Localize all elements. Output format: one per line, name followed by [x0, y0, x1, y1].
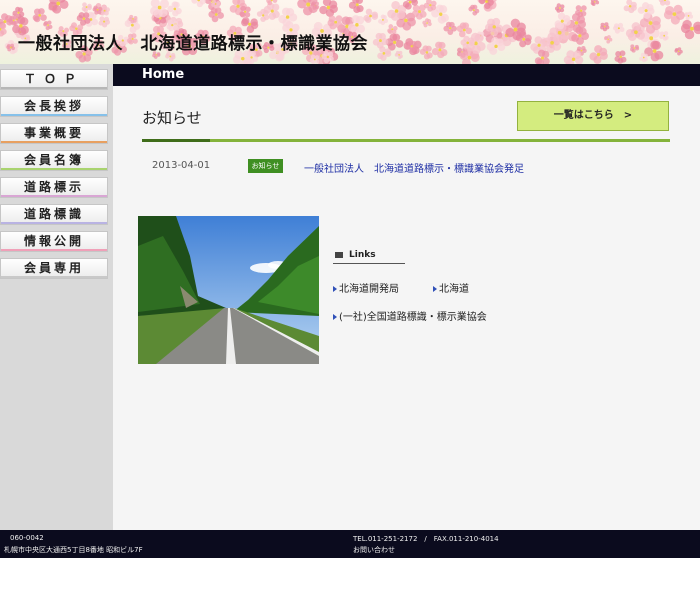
- sidebar-item-color-bar: [1, 141, 107, 143]
- link-label: (一社)全国道路標識・標示業協会: [339, 312, 487, 323]
- link-hokkaido[interactable]: 北海道: [433, 280, 469, 295]
- blossom: [589, 45, 608, 64]
- blossom: [674, 47, 683, 56]
- underline-accent: [142, 139, 210, 142]
- blossom: [563, 50, 584, 64]
- blossom: [659, 31, 669, 41]
- blossom: [680, 19, 700, 40]
- blossom: [191, 0, 206, 8]
- blossom: [81, 2, 92, 13]
- sidebar-item-disclosure[interactable]: 情報公開: [0, 231, 108, 252]
- blossom: [613, 22, 625, 34]
- site-header: 一般社団法人 北海道道路標示・標識業協会: [0, 0, 700, 64]
- news-heading-underline: [142, 139, 670, 142]
- blossom: [590, 0, 600, 7]
- sidebar-item-color-bar: [1, 249, 107, 251]
- blossom: [614, 50, 627, 64]
- sidebar-item-label: 会員名簿: [23, 153, 84, 167]
- blossom: [48, 0, 69, 14]
- blossom: [658, 0, 671, 6]
- sidebar-item-label: ＴＯＰ: [23, 72, 84, 86]
- blossom: [663, 4, 685, 25]
- news-item-link[interactable]: 一般社団法人 北海道道路標示・標識業協会発足: [304, 160, 524, 175]
- blossom: [309, 54, 320, 64]
- footer-phone-fax: TEL.011-251-2172 / FAX.011-210-4014: [353, 535, 499, 543]
- sidebar-item-top[interactable]: ＴＯＰ: [0, 69, 108, 90]
- blossom: [256, 8, 270, 22]
- view-all-news-button[interactable]: 一覧はこちら >: [517, 101, 669, 131]
- links-heading: Links: [335, 250, 376, 260]
- monitor-icon: [335, 251, 343, 258]
- site-footer: 060-0042 札幌市中央区大通西5丁目8番地 昭和ビル7F TEL.011-…: [0, 530, 700, 558]
- sidebar-item-greeting[interactable]: 会長挨拶: [0, 96, 108, 117]
- sidebar-item-color-bar: [1, 222, 107, 224]
- blossom: [684, 11, 694, 21]
- sidebar-item-label: 事業概要: [23, 126, 84, 140]
- link-national-association[interactable]: (一社)全国道路標識・標示業協会: [333, 308, 487, 323]
- arrow-icon: [433, 286, 437, 292]
- site-title[interactable]: 一般社団法人 北海道道路標示・標識業協会: [18, 29, 368, 54]
- news-date: 2013-04-01: [152, 160, 211, 171]
- blossom: [0, 22, 7, 37]
- sidebar-item-color-bar: [1, 114, 107, 116]
- sidebar-nav: ＴＯＰ 会長挨拶 事業概要 会員名簿 道路標示 道路標識 情報公開 会員専用: [0, 64, 113, 530]
- blossom: [394, 50, 403, 60]
- blossom: [167, 1, 182, 17]
- arrow-icon: [333, 314, 337, 320]
- blossom: [348, 0, 364, 14]
- blossom: [623, 0, 637, 14]
- blossom: [297, 0, 318, 16]
- blossom: [554, 3, 565, 13]
- sidebar-item-road-markings[interactable]: 道路標示: [0, 177, 108, 198]
- blossom: [600, 22, 610, 32]
- blossom: [387, 24, 398, 35]
- main-content: Home お知らせ 一覧はこちら > 2013-04-01 お知らせ 一般社団法…: [113, 64, 700, 530]
- link-hokkaido-development-bureau[interactable]: 北海道開発局: [333, 280, 399, 295]
- section-title: Home: [142, 67, 185, 82]
- sidebar-item-label: 道路標識: [23, 207, 84, 221]
- footer-address: 札幌市中央区大通西5丁目8番地 昭和ビル7F: [4, 546, 143, 554]
- blossom: [363, 8, 379, 23]
- link-label: 北海道: [439, 284, 469, 295]
- news-heading: お知らせ: [142, 109, 202, 127]
- arrow-icon: [333, 286, 337, 292]
- sidebar-item-member-list[interactable]: 会員名簿: [0, 150, 108, 171]
- blossom: [422, 18, 432, 28]
- footer-contact-link[interactable]: お問い合わせ: [353, 545, 395, 555]
- blossom: [32, 8, 47, 23]
- blossom: [604, 35, 613, 44]
- blossom: [378, 14, 389, 26]
- sidebar-item-color-bar: [1, 276, 107, 278]
- road-landscape-photo: [138, 216, 319, 364]
- sidebar-item-label: 会員専用: [23, 261, 84, 275]
- blossom: [76, 12, 91, 26]
- blossom: [431, 41, 448, 59]
- sidebar-item-label: 会長挨拶: [23, 99, 84, 113]
- blossom: [639, 52, 648, 63]
- sidebar-item-color-bar: [1, 195, 107, 197]
- sidebar-item-label: 道路標示: [23, 180, 84, 194]
- blossom: [319, 0, 338, 18]
- section-title-bar: Home: [113, 64, 700, 86]
- blossom: [372, 32, 389, 49]
- blossom: [419, 45, 433, 60]
- links-heading-label: Links: [349, 250, 376, 260]
- blossom: [327, 15, 343, 30]
- news-category-badge: お知らせ: [248, 159, 283, 173]
- blossom: [468, 4, 480, 16]
- footer-postal-code: 060-0042: [10, 534, 44, 542]
- blossom: [98, 16, 111, 28]
- links-heading-rule: [333, 263, 405, 264]
- sidebar-item-label: 情報公開: [23, 234, 84, 248]
- blossom: [443, 21, 457, 35]
- sidebar-item-color-bar: [1, 87, 107, 89]
- link-label: 北海道開発局: [339, 284, 399, 295]
- blossom: [239, 5, 251, 18]
- sidebar-item-members-only[interactable]: 会員専用: [0, 258, 108, 279]
- sidebar-item-business-overview[interactable]: 事業概要: [0, 123, 108, 144]
- blossom: [456, 22, 473, 38]
- blossom: [630, 44, 640, 53]
- sidebar-item-road-signs[interactable]: 道路標識: [0, 204, 108, 225]
- sidebar-item-color-bar: [1, 168, 107, 170]
